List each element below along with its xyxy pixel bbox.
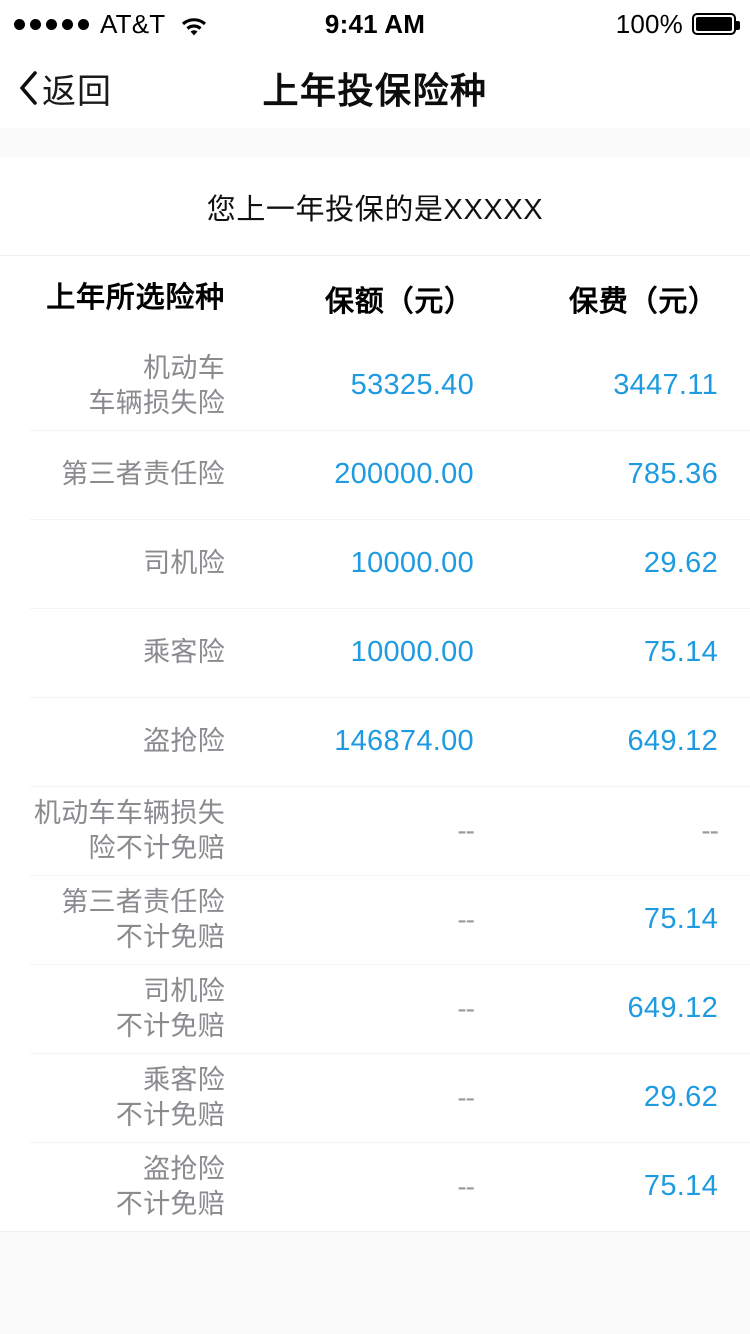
table-row: 盗抢险 146874.00 649.12 — [0, 697, 750, 786]
cell-coverage-name: 乘客险 不计免赔 — [115, 1064, 225, 1130]
cell-coverage-amount: 200000.00 — [334, 458, 474, 490]
cell-coverage-name: 机动车 车辆损失险 — [88, 352, 225, 418]
status-bar: AT&T 9:41 AM 100% — [0, 0, 750, 48]
cell-coverage-name: 盗抢险 不计免赔 — [115, 1153, 225, 1219]
cell-coverage-amount: -- — [457, 1170, 475, 1202]
section-spacer — [0, 128, 750, 158]
table-row: 乘客险 不计免赔 -- 29.62 — [0, 1053, 750, 1142]
cell-premium: 785.36 — [627, 458, 718, 490]
column-header-coverage-name: 上年所选险种 — [46, 281, 225, 314]
table-body: 机动车 车辆损失险 53325.40 3447.11 第三者责任险 200000.00 78… — [0, 341, 750, 1231]
cell-premium: 649.12 — [627, 725, 718, 757]
column-header-coverage-amount: 保额（元） — [324, 285, 474, 318]
table-row: 机动车 车辆损失险 53325.40 3447.11 — [0, 341, 750, 430]
cell-premium: -- — [701, 814, 719, 846]
cell-coverage-name: 第三者责任险 不计免赔 — [61, 886, 225, 952]
table-row: 机动车车辆损失 险不计免赔 -- -- — [0, 786, 750, 875]
table-row: 第三者责任险 200000.00 785.36 — [0, 430, 750, 519]
subtitle-text: 您上一年投保的是XXXXX — [206, 193, 544, 226]
cell-coverage-name: 机动车车辆损失 险不计免赔 — [33, 797, 225, 863]
cell-premium: 75.14 — [643, 636, 718, 668]
cell-premium: 29.62 — [643, 1081, 718, 1113]
subtitle-card: 您上一年投保的是XXXXX — [0, 158, 750, 256]
cell-coverage-amount: -- — [457, 992, 475, 1024]
cell-premium: 29.62 — [643, 547, 718, 579]
phone-screen: AT&T 9:41 AM 100% 返回 上年投保险种 您上一年投保的是XXXX… — [0, 0, 750, 1334]
page-title: 上年投保险种 — [262, 70, 488, 111]
cell-coverage-amount: 146874.00 — [334, 725, 474, 757]
status-bar-right: 100% — [615, 0, 740, 48]
cell-premium: 3447.11 — [613, 369, 718, 401]
cell-coverage-amount: -- — [457, 903, 475, 935]
page-background-filler — [0, 1232, 750, 1334]
cell-coverage-name: 盗抢险 — [143, 726, 225, 757]
cell-coverage-amount: -- — [457, 1081, 475, 1113]
cell-coverage-name: 乘客险 — [143, 637, 225, 668]
cell-coverage-amount: 10000.00 — [350, 547, 474, 579]
cell-premium: 649.12 — [627, 992, 718, 1024]
cell-premium: 75.14 — [643, 1170, 718, 1202]
table-row: 第三者责任险 不计免赔 -- 75.14 — [0, 875, 750, 964]
cell-coverage-amount: 53325.40 — [350, 369, 474, 401]
cell-coverage-name: 第三者责任险 — [61, 459, 225, 490]
cell-premium: 75.14 — [643, 903, 718, 935]
battery-icon — [692, 13, 740, 35]
cell-coverage-amount: -- — [457, 814, 475, 846]
navigation-bar: 返回 上年投保险种 — [0, 48, 750, 128]
table-header-row: 上年所选险种 保额（元） 保费（元） — [0, 256, 750, 341]
table-row: 司机险 10000.00 29.62 — [0, 519, 750, 608]
table-row: 盗抢险 不计免赔 -- 75.14 — [0, 1142, 750, 1231]
cell-coverage-name: 司机险 不计免赔 — [115, 975, 225, 1041]
battery-percent-label: 100% — [615, 8, 683, 39]
table-row: 乘客险 10000.00 75.14 — [0, 608, 750, 697]
coverage-table: 上年所选险种 保额（元） 保费（元） 机动车 车辆损失险 53325.40 3447.… — [0, 256, 750, 1231]
table-row: 司机险 不计免赔 -- 649.12 — [0, 964, 750, 1053]
column-header-premium: 保费（元） — [568, 285, 718, 318]
cell-coverage-amount: 10000.00 — [350, 636, 474, 668]
cell-coverage-name: 司机险 — [143, 548, 225, 579]
